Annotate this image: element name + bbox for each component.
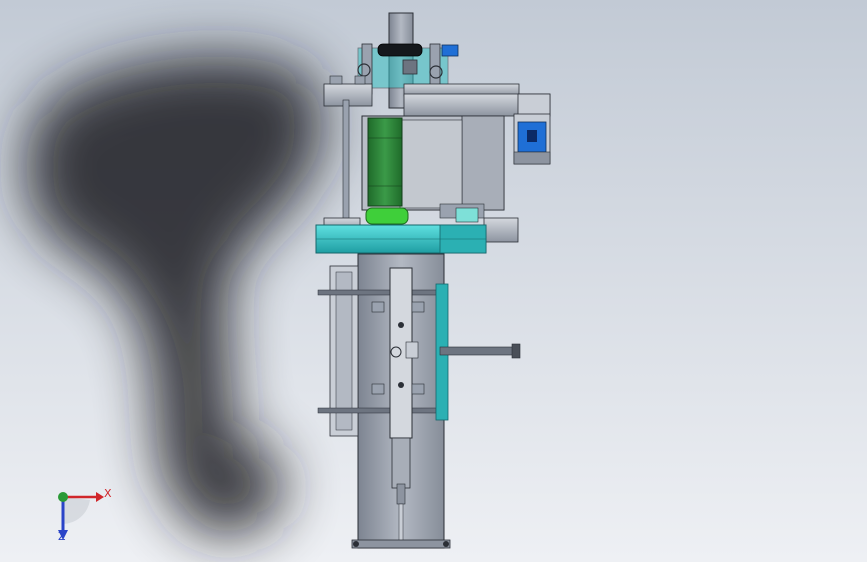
z-axis-label: Z [58, 530, 66, 543]
right-cylinder [439, 346, 519, 356]
left-rod-lower [317, 407, 437, 414]
lower-slot [391, 437, 411, 489]
green-roller-upper [367, 117, 403, 207]
x-axis-label: X [104, 487, 112, 500]
green-collar [365, 207, 409, 225]
cad-viewport[interactable]: X Z [0, 0, 867, 562]
blue-motor [513, 113, 551, 165]
top-blue-fitting [441, 44, 459, 57]
cad-canvas[interactable] [0, 0, 867, 562]
left-rod-upper [317, 289, 437, 296]
top-black-roller [377, 43, 423, 57]
base-foot [351, 539, 451, 549]
